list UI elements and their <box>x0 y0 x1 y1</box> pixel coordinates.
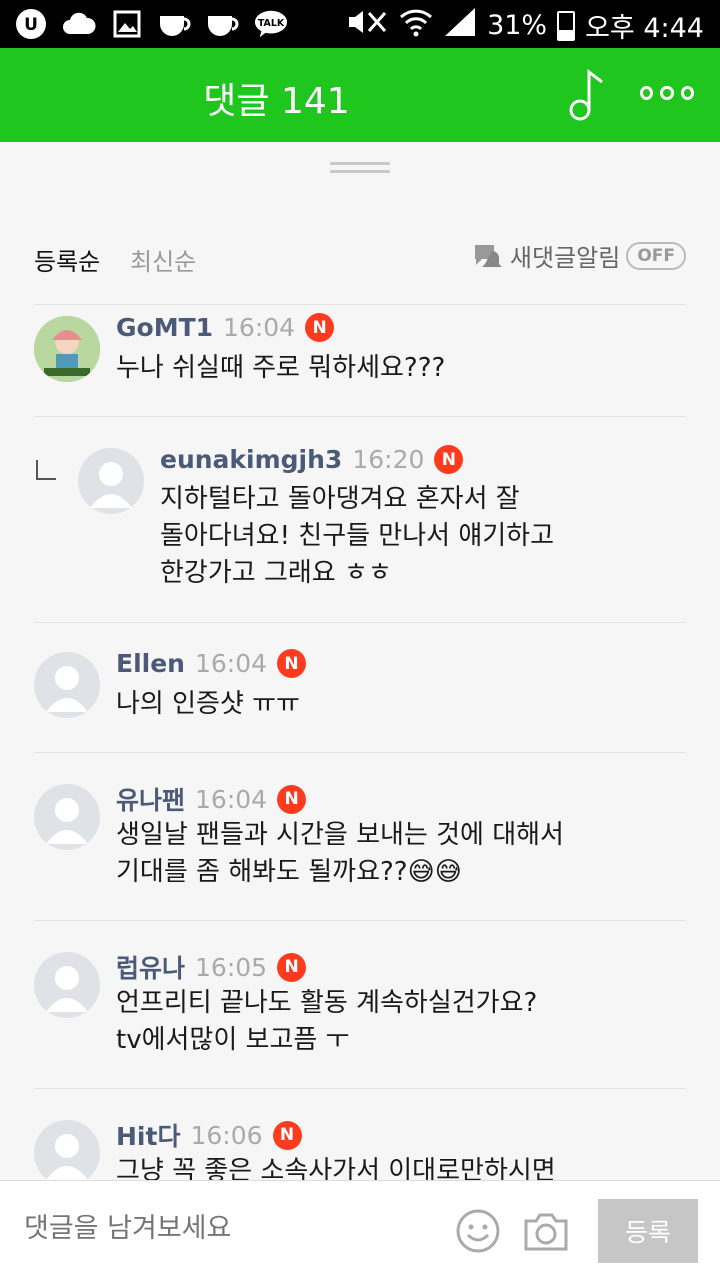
comment-time: 16:04 <box>194 649 268 678</box>
cafe-cup-icon <box>158 8 192 40</box>
comment-time: 16:04 <box>195 784 268 814</box>
emoji-button[interactable] <box>456 1209 500 1253</box>
comment-input[interactable] <box>24 1213 424 1244</box>
default-user-icon <box>90 462 132 508</box>
music-note-icon <box>569 68 603 121</box>
camera-icon <box>524 1213 568 1251</box>
author-name[interactable]: eunakimgjh3 <box>160 445 342 474</box>
new-comment-alert-label: 새댓글알림 <box>509 244 621 272</box>
mute-icon <box>345 7 389 44</box>
status-bar: U TALK 31% 오후 4:44 <box>0 0 720 48</box>
dot-icon <box>660 86 674 100</box>
avatar[interactable] <box>34 652 100 718</box>
sort-by-registered[interactable]: 등록순 <box>34 242 100 277</box>
comment-meta: GoMT1 16:04 N <box>116 313 335 342</box>
comment-time: 16:04 <box>223 313 296 342</box>
gallery-icon <box>110 8 144 40</box>
page-title: 댓글 141 <box>203 81 350 122</box>
smiley-icon <box>456 1209 500 1253</box>
comment-text: 생일날 팬들과 시간을 보내는 것에 대해서 기대를 좀 해봐도 될까요??😅😅 <box>116 820 564 887</box>
app-header: 댓글 141 <box>0 48 720 142</box>
dot-icon <box>680 86 694 100</box>
status-icons-right: 31% 오후 4:44 <box>345 6 704 45</box>
author-name[interactable]: 유나팬 <box>116 781 185 817</box>
more-options-button[interactable] <box>640 86 694 104</box>
comment-time: 16:05 <box>195 952 268 982</box>
avatar[interactable] <box>34 316 100 382</box>
comment-time: 16:06 <box>190 1120 263 1150</box>
comment-text: 나의 인증샷 ㅠㅠ <box>116 689 300 719</box>
divider <box>34 622 686 623</box>
new-badge: N <box>277 784 307 814</box>
cafe-cup-icon-2 <box>206 8 240 40</box>
avatar[interactable] <box>34 784 100 850</box>
reply-indicator-icon <box>36 460 56 480</box>
new-badge: N <box>434 445 464 474</box>
alert-toggle[interactable]: OFF <box>626 241 686 270</box>
default-user-icon <box>46 1134 88 1180</box>
default-user-icon <box>46 798 88 844</box>
divider <box>34 1088 686 1089</box>
dot-icon <box>640 86 654 100</box>
comment-input-bar: 등록 <box>0 1180 720 1280</box>
comment-meta: 유나팬 16:04 N <box>116 781 307 817</box>
new-badge: N <box>305 313 335 342</box>
kakaotalk-icon: TALK <box>254 8 288 40</box>
comment-meta: Hit다 16:06 N <box>116 1117 302 1153</box>
status-icons-left: U TALK <box>14 8 288 40</box>
bell-chat-icon <box>474 244 502 267</box>
new-badge: N <box>272 1120 302 1150</box>
comment-text: 지하털타고 돌아댕겨요 혼자서 잘 돌아다녀요! 친구들 만나서 얘기하고 한강… <box>160 484 555 588</box>
svg-text:U: U <box>24 15 38 35</box>
signal-icon <box>443 6 477 45</box>
submit-button[interactable]: 등록 <box>598 1199 698 1263</box>
avatar[interactable] <box>34 1120 100 1186</box>
camera-button[interactable] <box>522 1209 570 1253</box>
comment-time: 16:20 <box>352 445 425 474</box>
sheet-drag-handle[interactable] <box>330 162 390 176</box>
sort-bar: 등록순 최신순 새댓글알림 OFF <box>34 241 686 282</box>
sort-by-latest[interactable]: 최신순 <box>130 242 196 277</box>
divider <box>34 920 686 921</box>
avatar[interactable] <box>78 448 144 514</box>
divider <box>34 752 686 753</box>
comment-text: 누나 쉬실때 주로 뭐하세요??? <box>116 353 446 383</box>
new-badge: N <box>277 952 307 982</box>
clock: 오후 4:44 <box>585 13 704 44</box>
comment-meta: Ellen 16:04 N <box>116 649 307 678</box>
uplus-icon: U <box>14 8 48 40</box>
comment-text: 언프리티 끝나도 활동 계속하실건가요? tv에서많이 보고픔 ㅜ <box>116 988 538 1055</box>
talk-label: TALK <box>258 18 285 29</box>
author-name[interactable]: Ellen <box>116 649 185 678</box>
new-comment-alert[interactable]: 새댓글알림 OFF <box>472 238 686 273</box>
author-name[interactable]: Hit다 <box>116 1117 180 1153</box>
divider <box>34 416 686 417</box>
divider <box>34 304 686 305</box>
default-user-icon <box>46 666 88 712</box>
author-name[interactable]: 럽유나 <box>116 949 185 985</box>
comment-meta: eunakimgjh3 16:20 N <box>160 445 464 474</box>
wifi-icon <box>399 7 433 44</box>
avatar[interactable] <box>34 952 100 1018</box>
comment-meta: 럽유나 16:05 N <box>116 949 307 985</box>
battery-icon <box>557 10 576 41</box>
battery-percent: 31% <box>487 10 548 41</box>
new-badge: N <box>277 649 307 678</box>
author-name[interactable]: GoMT1 <box>116 313 213 342</box>
default-user-icon <box>46 966 88 1012</box>
cloud-icon <box>62 8 96 40</box>
music-note-button[interactable] <box>566 68 610 122</box>
